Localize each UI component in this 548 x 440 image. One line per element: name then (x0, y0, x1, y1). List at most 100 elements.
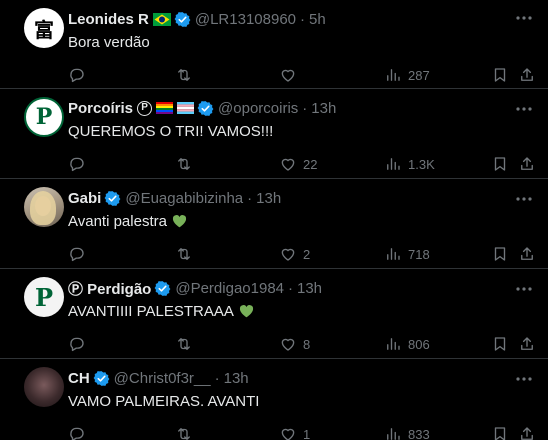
more-icon[interactable] (514, 189, 534, 209)
share-button[interactable] (518, 244, 536, 264)
bookmark-icon (494, 68, 506, 82)
trans-flag-icon (177, 102, 195, 114)
retweet-icon (178, 338, 190, 350)
rainbow-flag-icon (156, 102, 174, 114)
separator-dot: · (300, 10, 305, 28)
timestamp[interactable]: 13h (256, 190, 281, 207)
display-name[interactable]: Ⓟ Perdigão (68, 278, 151, 299)
views-icon (387, 338, 400, 350)
views-button[interactable]: 833 (384, 424, 430, 440)
timestamp[interactable]: 13h (224, 370, 249, 387)
display-name[interactable]: Gabi (68, 190, 101, 207)
tweet-item[interactable]: P Ⓟ Perdigão @Perdigao1984 · 13h AVANTII… (0, 269, 548, 359)
reply-icon (70, 427, 84, 440)
like-button[interactable]: 8 (279, 334, 310, 354)
separator-dot: · (214, 369, 220, 387)
like-button[interactable]: 1 (279, 424, 310, 440)
avatar[interactable]: 富 (24, 8, 64, 48)
display-name[interactable]: Leonides R (68, 11, 149, 28)
action-bar: 1 833 (68, 412, 533, 440)
like-button[interactable]: 2 (279, 244, 310, 264)
tweet-item[interactable]: P Porcoíris P @oporcoiris · 13h QUEREMOS… (0, 89, 548, 179)
more-icon[interactable] (514, 369, 534, 389)
views-button[interactable]: 806 (384, 334, 430, 354)
bookmark-button[interactable] (491, 334, 509, 354)
bookmark-icon (494, 337, 506, 351)
tweet-header: Ⓟ Perdigão @Perdigao1984 · 13h (68, 277, 532, 299)
more-icon[interactable] (514, 8, 534, 28)
tweet-text: QUEREMOS O TRI! VAMOS!!! (68, 123, 274, 140)
reply-button[interactable] (68, 65, 92, 85)
share-button[interactable] (518, 65, 536, 85)
views-icon (387, 248, 400, 260)
user-handle[interactable]: @LR13108960 (195, 11, 296, 28)
green-heart-emoji-icon (239, 305, 253, 318)
bookmark-icon (494, 427, 506, 440)
tweet-item[interactable]: Gabi @Euagabibizinha · 13h Avanti palest… (0, 179, 548, 269)
separator-dot: · (247, 189, 253, 207)
avatar-glyph: P (35, 104, 53, 130)
tweet-header: Leonides R @LR13108960 · 5h (68, 8, 532, 30)
share-button[interactable] (518, 334, 536, 354)
user-handle[interactable]: @Christ0f3r__ (114, 370, 211, 387)
views-icon (387, 428, 400, 440)
separator-dot: · (288, 279, 293, 297)
user-handle[interactable]: @Perdigao1984 (175, 280, 284, 297)
reply-button[interactable] (68, 334, 92, 354)
timestamp[interactable]: 5h (309, 11, 326, 28)
avatar-hair-shape (30, 191, 56, 225)
reply-icon (70, 247, 84, 262)
reply-icon (70, 68, 84, 83)
bookmark-button[interactable] (491, 154, 509, 174)
green-heart-emoji-icon (172, 215, 187, 228)
bookmark-button[interactable] (491, 424, 509, 440)
avatar[interactable] (24, 367, 64, 407)
verified-badge-icon (154, 280, 171, 296)
more-icon[interactable] (514, 99, 534, 119)
avatar[interactable]: P (24, 277, 64, 317)
tweet-item[interactable]: 富 Leonides R @LR13108960 · 5h Bora verdã… (0, 0, 548, 89)
like-icon (281, 428, 295, 440)
share-button[interactable] (518, 424, 536, 440)
views-icon (387, 158, 400, 170)
bookmark-icon (494, 157, 506, 171)
share-icon (521, 68, 533, 81)
tweet-text: AVANTIIII PALESTRAAA (68, 303, 234, 320)
display-name[interactable]: Porcoíris (68, 100, 133, 117)
bookmark-icon (494, 247, 506, 261)
views-icon (387, 69, 400, 81)
views-button[interactable]: 287 (384, 65, 430, 85)
views-button[interactable]: 1.3K (384, 154, 435, 174)
reply-icon (70, 157, 84, 172)
share-button[interactable] (518, 154, 536, 174)
like-icon (281, 158, 295, 171)
retweet-button[interactable] (175, 154, 199, 174)
avatar[interactable]: P (24, 97, 64, 137)
retweet-button[interactable] (175, 334, 199, 354)
reply-icon (70, 337, 84, 352)
reply-button[interactable] (68, 244, 92, 264)
avatar[interactable] (24, 187, 64, 227)
display-name[interactable]: CH (68, 370, 90, 387)
verified-badge-icon (93, 370, 110, 386)
bookmark-button[interactable] (491, 65, 509, 85)
more-icon[interactable] (514, 279, 534, 299)
retweet-icon (178, 158, 190, 170)
reply-button[interactable] (68, 424, 92, 440)
views-button[interactable]: 718 (384, 244, 430, 264)
retweet-button[interactable] (175, 244, 199, 264)
tweet-header: Porcoíris P @oporcoiris · 13h (68, 97, 532, 119)
retweet-button[interactable] (175, 65, 199, 85)
like-button[interactable] (279, 65, 303, 85)
user-handle[interactable]: @oporcoiris (218, 100, 298, 117)
bookmark-button[interactable] (491, 244, 509, 264)
timestamp[interactable]: 13h (297, 280, 322, 297)
user-handle[interactable]: @Euagabibizinha (125, 190, 243, 207)
retweet-icon (178, 69, 190, 81)
tweet-item[interactable]: CH @Christ0f3r__ · 13h VAMO PALMEIRAS. A… (0, 359, 548, 440)
timestamp[interactable]: 13h (311, 100, 336, 117)
retweet-button[interactable] (175, 424, 199, 440)
tweet-feed: 富 Leonides R @LR13108960 · 5h Bora verdã… (0, 0, 548, 440)
like-button[interactable]: 22 (279, 154, 317, 174)
reply-button[interactable] (68, 154, 92, 174)
